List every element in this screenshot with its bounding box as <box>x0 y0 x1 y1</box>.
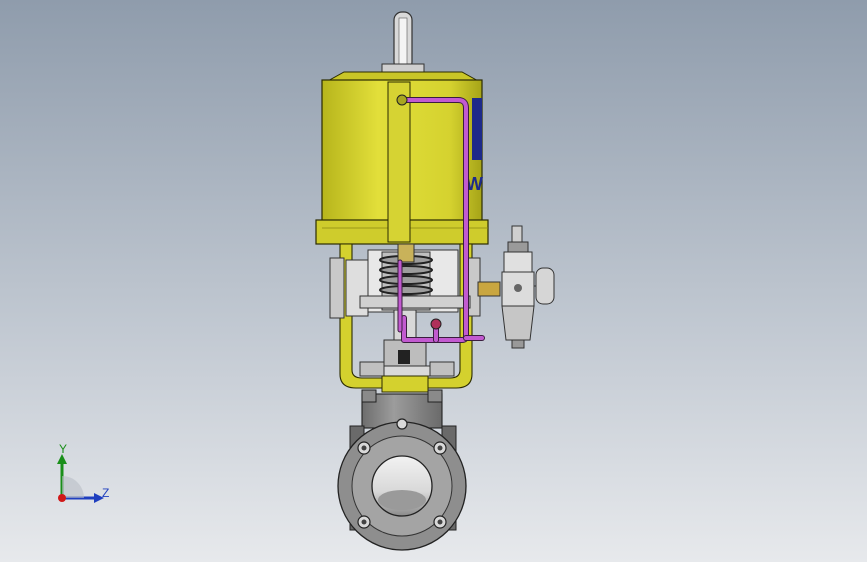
valve-body[interactable] <box>337 389 467 551</box>
orientation-triad: Y Z <box>46 440 116 510</box>
cad-viewport[interactable]: W Y Z <box>0 0 867 562</box>
y-axis-label: Y <box>59 442 68 456</box>
z-axis-label: Z <box>102 486 110 500</box>
top-stem <box>381 11 425 77</box>
stem-bellows <box>359 243 471 313</box>
bonnet-neck <box>381 375 429 393</box>
valve-assembly-model[interactable]: W <box>0 0 867 562</box>
filter-regulator[interactable] <box>477 225 555 349</box>
